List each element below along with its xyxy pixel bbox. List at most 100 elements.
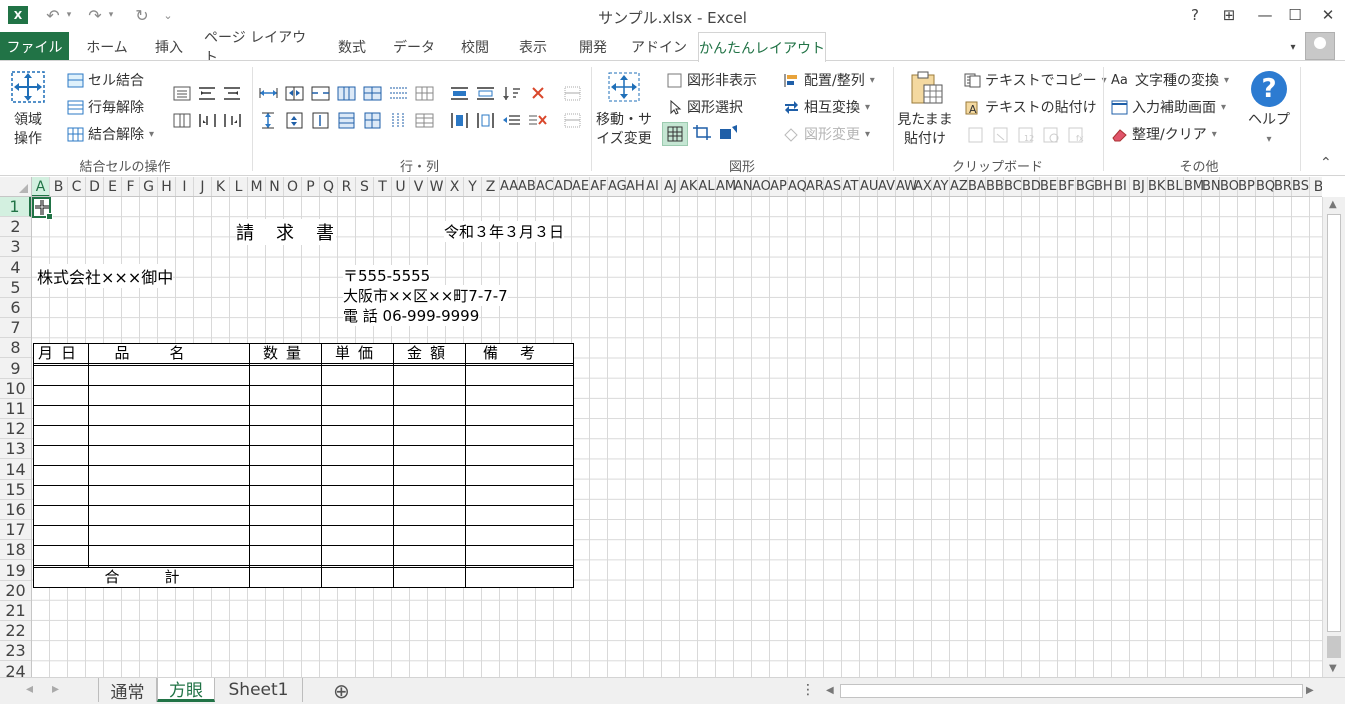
column-header-f[interactable]: F [122, 177, 140, 196]
delete-cells-left-icon[interactable] [475, 112, 496, 129]
row-header-4[interactable]: 4 [0, 258, 31, 278]
merge-vertical-icon[interactable] [197, 112, 218, 129]
column-header-am[interactable]: AM [716, 177, 736, 196]
indent-icon[interactable] [501, 112, 522, 129]
column-header-ac[interactable]: AC [536, 177, 554, 196]
sheet-tab-normal[interactable]: 通常 [99, 678, 157, 703]
merge-cells-button[interactable]: セル結合 [67, 70, 144, 90]
change-shape-button[interactable]: 図形変更 [783, 124, 870, 144]
column-header-bl[interactable]: BL [1166, 177, 1184, 196]
row-header-24[interactable]: 24 [0, 662, 31, 677]
insert-cells-right-icon[interactable] [449, 112, 470, 129]
column-header-af[interactable]: AF [590, 177, 608, 196]
account-dropdown-icon[interactable]: ▾ [1286, 35, 1300, 59]
delete-cells-up-icon[interactable] [475, 85, 496, 102]
add-column-alt-icon[interactable] [362, 85, 383, 102]
add-row-alt-icon[interactable] [362, 112, 383, 129]
row-header-10[interactable]: 10 [0, 379, 31, 399]
unmerge-by-row-button[interactable]: 行毎解除 [67, 97, 144, 117]
column-header-ay[interactable]: AY [932, 177, 950, 196]
column-header-az[interactable]: AZ [950, 177, 968, 196]
paste-link-disabled-icon[interactable] [991, 126, 1012, 143]
row-header-19[interactable]: 19 [0, 561, 31, 581]
split-vertical-icon[interactable] [172, 112, 193, 129]
row-header-8[interactable]: 8 [0, 338, 31, 359]
column-header-bg[interactable]: BG [1076, 177, 1095, 196]
vertical-scrollbar[interactable]: ▲ ▼ [1322, 197, 1345, 677]
row-header-12[interactable]: 12 [0, 419, 31, 440]
scroll-left-icon[interactable]: ◀ [826, 685, 834, 696]
column-header-ag[interactable]: AG [608, 177, 627, 196]
column-header-bk[interactable]: BK [1148, 177, 1166, 196]
scroll-down-icon[interactable]: ▼ [1329, 663, 1337, 674]
column-header-bb[interactable]: BB [986, 177, 1004, 196]
help-ribbon-button[interactable]: ヘルプ ▾ [1240, 111, 1298, 149]
column-header-ao[interactable]: AO [752, 177, 771, 196]
row-header-6[interactable]: 6 [0, 298, 31, 318]
column-header-aa[interactable]: AA [500, 177, 518, 196]
delete-row-icon[interactable] [310, 112, 331, 129]
column-header-ai[interactable]: AI [644, 177, 662, 196]
row-header-22[interactable]: 22 [0, 621, 31, 642]
column-header-av[interactable]: AV [878, 177, 896, 196]
split-horizontal-icon[interactable] [197, 85, 218, 102]
tab-addins[interactable]: アドイン [628, 35, 690, 59]
column-header-bo[interactable]: BO [1220, 177, 1239, 196]
border-top-icon[interactable] [562, 85, 583, 102]
column-header-i[interactable]: I [176, 177, 194, 196]
column-header-g[interactable]: G [140, 177, 158, 196]
delete-column-icon[interactable] [310, 85, 331, 102]
column-header-ab[interactable]: AB [518, 177, 536, 196]
prev-sheet-icon[interactable]: ◂ [26, 681, 33, 697]
tab-data[interactable]: データ [386, 35, 442, 59]
column-header-bi[interactable]: BI [1112, 177, 1130, 196]
sheet-tab-sheet1[interactable]: Sheet1 [215, 678, 303, 702]
column-header-as[interactable]: AS [824, 177, 842, 196]
column-header-b[interactable]: B [50, 177, 68, 196]
tab-view[interactable]: 表示 [508, 35, 558, 59]
column-header-t[interactable]: T [374, 177, 392, 196]
column-header-ar[interactable]: AR [806, 177, 824, 196]
row-header-16[interactable]: 16 [0, 500, 31, 520]
column-header-an[interactable]: AN [734, 177, 753, 196]
scroll-up-icon[interactable]: ▲ [1329, 199, 1337, 210]
column-header-z[interactable]: Z [482, 177, 500, 196]
column-header-l[interactable]: L [230, 177, 248, 196]
column-header-al[interactable]: AL [698, 177, 716, 196]
insert-row-icon[interactable] [284, 112, 305, 129]
row-header-14[interactable]: 14 [0, 460, 31, 480]
vertical-scroll-track[interactable] [1327, 636, 1341, 658]
column-header-h[interactable]: H [158, 177, 176, 196]
cleanup-clear-button[interactable]: 整理/クリア [1111, 124, 1217, 144]
column-header-ae[interactable]: AE [572, 177, 590, 196]
column-header-q[interactable]: Q [320, 177, 338, 196]
tab-page-layout[interactable]: ページ レイアウト [204, 30, 318, 66]
paste-values-disabled-icon[interactable]: 12 [1016, 126, 1037, 143]
region-operation-icon[interactable] [8, 69, 48, 105]
row-header-5[interactable]: 5 [0, 278, 31, 298]
tab-insert[interactable]: 挿入 [143, 35, 195, 59]
column-header-ax[interactable]: AX [914, 177, 932, 196]
column-header-a[interactable]: A [32, 177, 50, 196]
collapse-ribbon-icon[interactable]: ⌃ [1320, 155, 1332, 171]
column-header-bn[interactable]: BN [1202, 177, 1221, 196]
column-header-k[interactable]: K [212, 177, 230, 196]
paste-text-button[interactable]: A テキストの貼付け [964, 97, 1097, 117]
insert-cells-down-icon[interactable] [449, 85, 470, 102]
column-header-bp[interactable]: BP [1238, 177, 1256, 196]
split-handle-icon[interactable]: ⋮ [801, 682, 815, 698]
convert-characters-button[interactable]: Aa 文字種の変換 [1111, 70, 1229, 90]
row-header-7[interactable]: 7 [0, 318, 31, 339]
tab-formulas[interactable]: 数式 [327, 35, 377, 59]
column-header-ah[interactable]: AH [626, 177, 645, 196]
input-assist-button[interactable]: 入力補助画面 [1111, 97, 1226, 117]
column-header-w[interactable]: W [428, 177, 446, 196]
column-header-aj[interactable]: AJ [662, 177, 680, 196]
column-header-ba[interactable]: BA [968, 177, 986, 196]
align-right-merge-icon[interactable] [172, 85, 193, 102]
row-header-17[interactable]: 17 [0, 520, 31, 541]
move-resize-button[interactable]: 移動・サ イズ変更 [595, 111, 653, 149]
column-header-r[interactable]: R [338, 177, 356, 196]
copy-as-text-button[interactable]: テキストでコピー [964, 70, 1107, 90]
column-header-bf[interactable]: BF [1058, 177, 1076, 196]
